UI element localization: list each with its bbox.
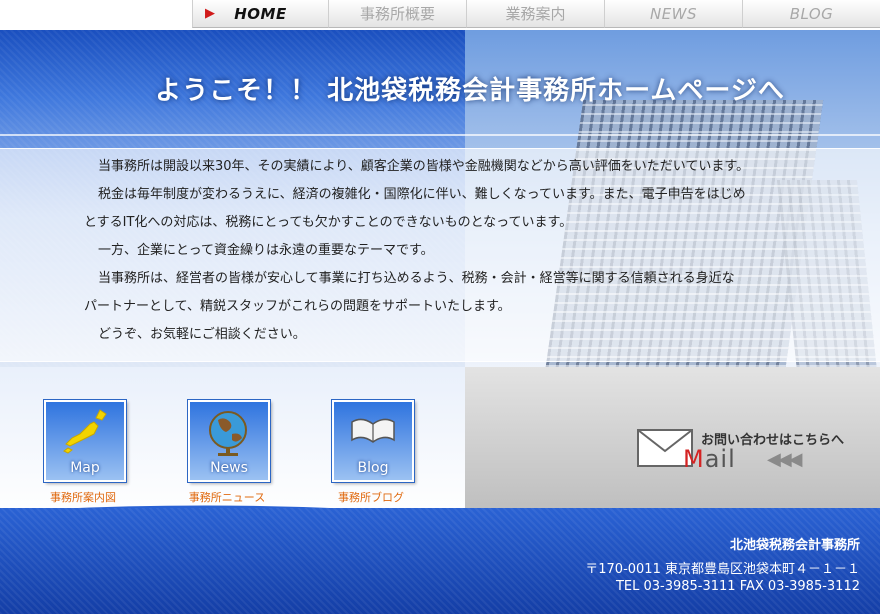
blog-tile-button[interactable]: Blog xyxy=(332,400,414,482)
map-tile-label: Map xyxy=(70,460,100,476)
globe-icon xyxy=(209,411,247,456)
nav-services-label: 業務案内 xyxy=(505,5,566,23)
mail-contact-button[interactable]: お問い合わせはこちらへ Mail ◀◀◀ xyxy=(637,427,867,477)
mail-wordmark-rest: ail xyxy=(704,445,736,473)
blog-tile-label: Blog xyxy=(357,460,389,476)
contact-area: お問い合わせはこちらへ Mail ◀◀◀ xyxy=(465,367,880,517)
mail-wordmark: Mail xyxy=(683,445,736,473)
top-nav: ▶ HOME 事務所概要 業務案内 NEWS BLOG xyxy=(0,0,880,30)
nav-news[interactable]: NEWS xyxy=(604,0,742,28)
footer-office-name: 北池袋税務会計事務所 xyxy=(729,538,860,553)
intro-text-panel: 当事務所は開設以来30年、その実績により、顧客企業の皆様や金融機関などから高い評… xyxy=(0,148,880,362)
intro-paragraph: とするIT化への対応は、税務にとっても欠かすことのできないものとなっています。 xyxy=(84,215,573,230)
intro-paragraph: パートナーとして、精鋭スタッフがこれらの問題をサポートいたします。 xyxy=(84,299,511,314)
intro-paragraph: 一方、企業にとって資金繰りは永遠の重要なテーマです。 xyxy=(98,243,434,258)
quick-links: Map 事務所案内図 News 事務所ニュース Blog 事務所ブログ xyxy=(0,367,465,517)
news-tile-button[interactable]: News xyxy=(188,400,270,482)
intro-paragraph: 税金は毎年制度が変わるうえに、経済の複雑化・国際化に伴い、難しくなっています。ま… xyxy=(98,187,746,202)
nav-blog-label: BLOG xyxy=(789,5,834,23)
open-book-icon xyxy=(351,418,395,443)
nav-services[interactable]: 業務案内 xyxy=(466,0,604,28)
mail-wordmark-m: M xyxy=(683,445,705,473)
japan-map-icon xyxy=(63,409,107,454)
map-tile-button[interactable]: Map xyxy=(44,400,126,482)
footer-phone-fax: TEL 03-3985-3111 FAX 03-3985-3112 xyxy=(615,579,860,594)
intro-paragraph: 当事務所は、経営者の皆様が安心して事業に打ち込めるよう、税務・会計・経営等に関す… xyxy=(98,271,735,286)
play-arrow-icon: ▶ xyxy=(205,6,216,21)
nav-home[interactable]: ▶ HOME xyxy=(192,0,328,28)
nav-blog[interactable]: BLOG xyxy=(742,0,880,28)
hero-banner: ようこそ！！ 北池袋税務会計事務所ホームページへ 当事務所は開設以来30年、その… xyxy=(0,30,880,367)
left-arrows-icon: ◀◀◀ xyxy=(767,449,802,470)
nav-news-label: NEWS xyxy=(649,5,698,23)
footer: 北池袋税務会計事務所 〒170-0011 東京都豊島区池袋本町４－１－１ TEL… xyxy=(0,508,880,614)
hero-title: ようこそ！！ 北池袋税務会計事務所ホームページへ xyxy=(155,76,785,106)
nav-office-overview-label: 事務所概要 xyxy=(359,5,435,23)
intro-paragraph: 当事務所は開設以来30年、その実績により、顧客企業の皆様や金融機関などから高い評… xyxy=(98,159,750,174)
news-tile-label: News xyxy=(210,460,248,476)
nav-office-overview[interactable]: 事務所概要 xyxy=(328,0,466,28)
footer-address: 〒170-0011 東京都豊島区池袋本町４－１－１ xyxy=(585,562,860,577)
nav-home-label: HOME xyxy=(234,5,287,23)
intro-paragraph: どうぞ、お気軽にご相談ください。 xyxy=(98,327,306,342)
hero-divider xyxy=(0,134,880,136)
